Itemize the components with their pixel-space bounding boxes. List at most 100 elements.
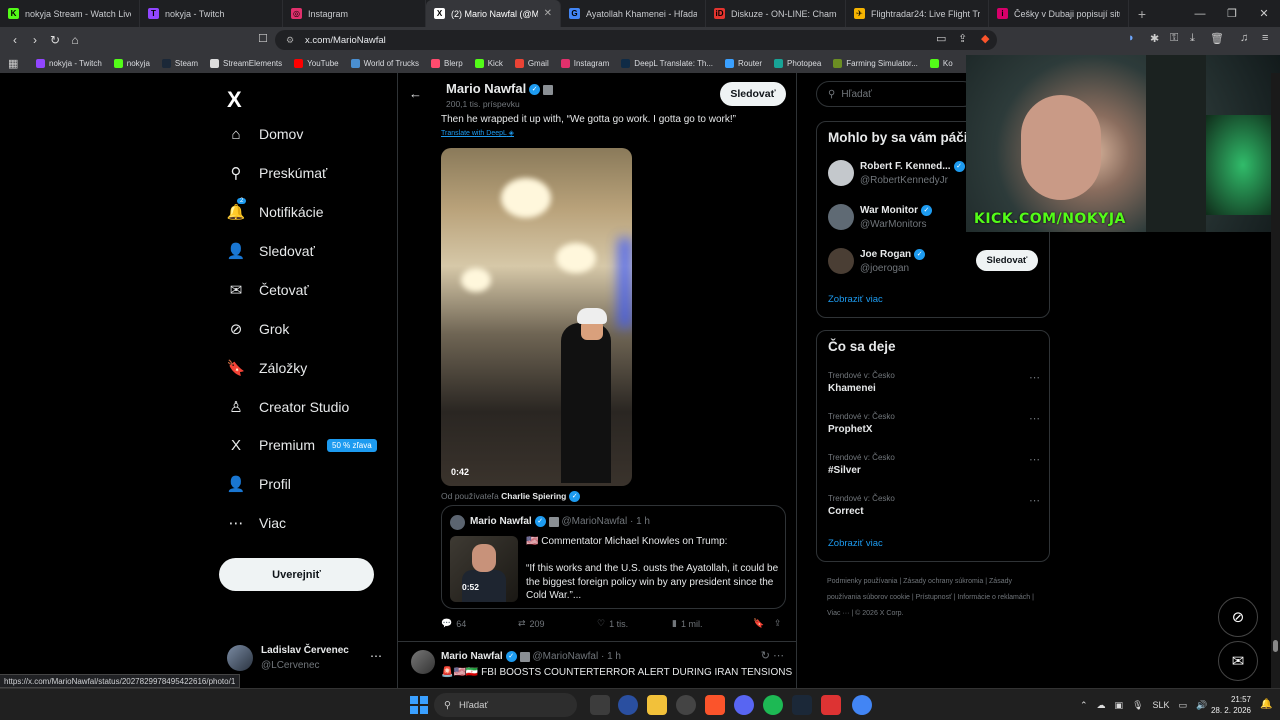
nav-item-creator studio[interactable]: ♙ Creator Studio: [227, 397, 349, 417]
puzzle-icon[interactable]: ✱: [1150, 32, 1159, 45]
footer-link[interactable]: Prístupnosť: [916, 594, 952, 601]
nav-item-profil[interactable]: 👤 Profil: [227, 474, 291, 494]
bookmark-item[interactable]: Farming Simulator...: [827, 58, 924, 68]
quote-video-thumbnail[interactable]: [450, 536, 518, 602]
nav-item-záložky[interactable]: 🔖 Záložky: [227, 358, 308, 378]
video-player[interactable]: 0:42: [441, 148, 632, 486]
apps-grid-icon[interactable]: ▦: [8, 57, 18, 70]
trash-icon[interactable]: 🗑: [1210, 32, 1224, 45]
nav-item-grok[interactable]: ⊘ Grok: [227, 319, 290, 339]
tray-app-icon[interactable]: ☁: [1097, 700, 1106, 711]
share-icon[interactable]: ⇪: [774, 618, 782, 629]
address-bar[interactable]: ⚙ x.com/MarioNawfal: [275, 30, 997, 50]
reload-icon[interactable]: ↻: [45, 33, 65, 47]
maximize-button[interactable]: ❐: [1216, 0, 1248, 27]
app-icon[interactable]: [821, 695, 841, 715]
trend-more-icon[interactable]: ⋯: [1029, 453, 1040, 466]
footer-link[interactable]: Zásady ochrany súkromia: [903, 578, 983, 585]
trend-item[interactable]: Trendové v: Česko ProphetX ⋯: [828, 412, 1040, 442]
suggestion-item[interactable]: Joe Rogan ✓ @joerogan Sledovať: [828, 248, 1048, 278]
browser-tab[interactable]: ◎ Instagram: [283, 0, 426, 27]
post-button[interactable]: Uverejniť: [219, 558, 374, 591]
home-icon[interactable]: ⌂: [65, 33, 85, 47]
trend-item[interactable]: Trendové v: Česko Khamenei ⋯: [828, 371, 1040, 401]
grok-fab[interactable]: ⊘: [1218, 597, 1258, 637]
quoted-tweet[interactable]: Mario Nawfal ✓ @MarioNawfal · 1 h 0:52 🇺🇸…: [441, 505, 786, 609]
app-icon[interactable]: [676, 695, 696, 715]
forward-nav-icon[interactable]: ›: [25, 33, 45, 47]
cast-icon[interactable]: ▭: [936, 32, 946, 45]
media-icon[interactable]: ♫: [1240, 32, 1248, 44]
nav-item-preskúmať[interactable]: ⚲ Preskúmať: [227, 163, 328, 183]
follow-button[interactable]: Sledovať: [976, 250, 1038, 271]
trend-item[interactable]: Trendové v: Česko Correct ⋯: [828, 494, 1040, 524]
footer-link[interactable]: Podmienky používania: [827, 578, 897, 585]
mic-icon[interactable]: 🎙: [1132, 700, 1143, 711]
share-icon[interactable]: ⇪: [958, 32, 967, 45]
bookmark-item[interactable]: nokyja - Twitch: [30, 58, 108, 68]
bookmark-icon[interactable]: 🔖: [753, 618, 764, 629]
back-nav-icon[interactable]: ‹: [5, 33, 25, 47]
new-tab-button[interactable]: +: [1129, 0, 1155, 27]
more-icon[interactable]: ⋯: [370, 649, 382, 663]
bookmark-item[interactable]: Photopea: [768, 58, 827, 68]
trend-more-icon[interactable]: ⋯: [1029, 494, 1040, 507]
tweet[interactable]: Mario Nawfal ✓ @MarioNawfal · 1 h 🚨🇺🇸🇮🇷 F…: [398, 642, 796, 693]
spotify-icon[interactable]: [763, 695, 783, 715]
nav-item-viac[interactable]: ⋯ Viac: [227, 513, 286, 533]
app-icon[interactable]: [618, 695, 638, 715]
bookmark-item[interactable]: Kick: [469, 58, 509, 68]
close-tab-icon[interactable]: ✕: [544, 8, 552, 19]
language-indicator[interactable]: SLK: [1153, 700, 1170, 710]
bookmark-item[interactable]: Ko: [924, 58, 959, 68]
browser-tab[interactable]: G Ayatollah Khamenei - Hľadať G: [561, 0, 706, 27]
footer-link[interactable]: © 2026 X Corp.: [855, 610, 903, 617]
chevron-up-icon[interactable]: ⌃: [1080, 700, 1088, 711]
footer-link[interactable]: Viac ···: [827, 610, 849, 617]
bookmark-item[interactable]: Instagram: [555, 58, 616, 68]
bookmark-item[interactable]: StreamElements: [204, 58, 288, 68]
start-button[interactable]: [410, 696, 428, 714]
network-icon[interactable]: ▭: [1179, 700, 1188, 711]
scrollbar-thumb[interactable]: [1273, 640, 1278, 652]
reply-button[interactable]: 💬 64: [441, 618, 466, 629]
browser-tab[interactable]: X (2) Mario Nawfal (@Mario ✕: [426, 0, 561, 27]
page-scrollbar[interactable]: [1271, 73, 1280, 688]
download-icon[interactable]: ⤓: [1190, 32, 1195, 45]
bookmark-item[interactable]: Router: [719, 58, 768, 68]
trends-show-more-link[interactable]: Zobraziť viac: [828, 538, 883, 549]
browser-tab[interactable]: Knokyja Stream - Watch Live on: [0, 0, 140, 27]
chrome-icon[interactable]: [852, 695, 872, 715]
search-input[interactable]: ⚲ Hľadať: [816, 81, 976, 107]
browser-tab[interactable]: i Češky v Dubaji popisují situaci: [989, 0, 1129, 27]
bookmark-item[interactable]: nokyja: [108, 58, 156, 68]
messages-fab[interactable]: ✉: [1218, 641, 1258, 681]
like-button[interactable]: ♡ 1 tis.: [597, 618, 628, 629]
task-view-icon[interactable]: [590, 695, 610, 715]
discord-icon[interactable]: [734, 695, 754, 715]
browser-tab[interactable]: iD Diskuze - ON-LINE: Chamenei: [706, 0, 846, 27]
minimize-button[interactable]: —: [1184, 0, 1216, 27]
nav-item-četovať[interactable]: ✉ Četovať: [227, 280, 309, 300]
file-explorer-icon[interactable]: [647, 695, 667, 715]
follow-button[interactable]: Sledovať: [720, 82, 786, 106]
menu-icon[interactable]: ≡: [1262, 32, 1268, 44]
bookmark-page-icon[interactable]: ☐: [258, 32, 268, 45]
brave-shield-icon[interactable]: ◆: [981, 32, 989, 45]
nav-item-sledovať[interactable]: 👤 Sledovať: [227, 241, 315, 261]
speaker-icon[interactable]: 🔊: [1196, 700, 1207, 711]
bookmark-item[interactable]: Blerp: [425, 58, 469, 68]
x-logo[interactable]: X: [227, 87, 242, 113]
views-button[interactable]: ▮ 1 mil.: [672, 618, 702, 629]
steam-icon[interactable]: [792, 695, 812, 715]
attribution-user[interactable]: Charlie Spiering: [501, 491, 566, 501]
close-window-button[interactable]: ✕: [1248, 0, 1280, 27]
nav-item-notifikácie[interactable]: 🔔 Notifikácie 2: [227, 198, 324, 222]
bookmark-item[interactable]: YouTube: [288, 58, 344, 68]
browser-tab[interactable]: Tnokyja - Twitch: [140, 0, 283, 27]
taskbar-search[interactable]: ⚲ Hľadať: [434, 693, 577, 717]
tweet-more-icon[interactable]: ↻ ⋯: [761, 649, 784, 662]
bookmark-item[interactable]: World of Trucks: [345, 58, 425, 68]
trend-more-icon[interactable]: ⋯: [1029, 412, 1040, 425]
bookmark-item[interactable]: Steam: [156, 58, 204, 68]
